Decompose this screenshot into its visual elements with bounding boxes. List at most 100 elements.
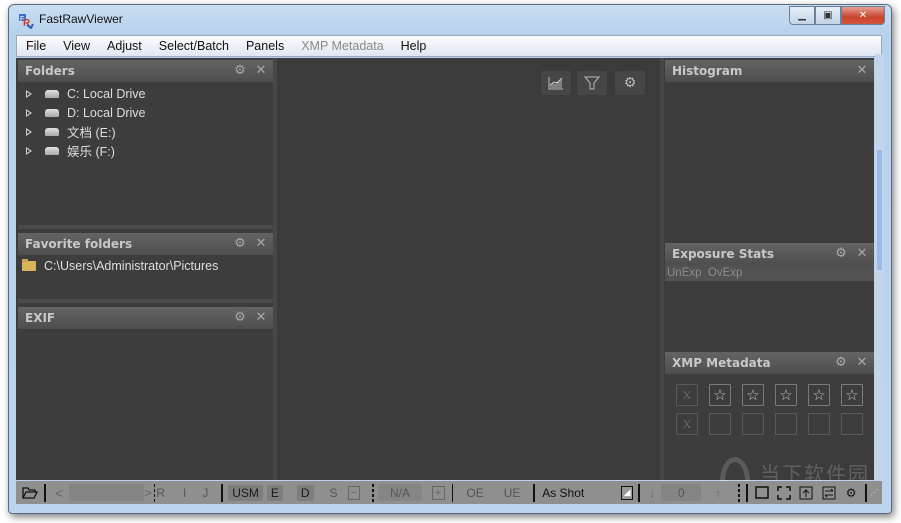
menu-xmp-metadata[interactable]: XMP Metadata <box>292 39 391 53</box>
compare-button[interactable] <box>821 485 837 501</box>
expand-arrow-icon[interactable] <box>26 127 32 136</box>
xmp-metadata-title: XMP Metadata <box>672 356 771 370</box>
folder-tree-label: 娱乐 (F:) <box>67 145 115 159</box>
folder-tree-item[interactable]: 文档 (E:) <box>18 122 273 141</box>
exif-panel-header[interactable]: EXIF ⚙ ✕ <box>18 307 273 329</box>
right-scrollbar[interactable] <box>875 54 884 480</box>
close-icon[interactable]: ✕ <box>253 63 269 79</box>
exposure-field[interactable]: N/A <box>378 484 422 501</box>
close-icon[interactable]: ✕ <box>854 355 870 371</box>
star-rating-4[interactable]: ☆ <box>808 384 830 406</box>
frame-toggle-button[interactable] <box>754 485 770 501</box>
fullscreen-icon <box>777 485 791 500</box>
menu-bar: File View Adjust Select/Batch Panels XMP… <box>16 35 882 57</box>
fullscreen-button[interactable] <box>776 485 792 501</box>
filter-icon <box>584 76 600 90</box>
menu-file[interactable]: File <box>17 39 54 53</box>
previous-file-button[interactable]: < <box>49 485 69 501</box>
panel-splitter[interactable] <box>18 299 273 303</box>
image-viewer[interactable]: ⚙ <box>277 58 660 480</box>
favorite-folders-title: Favorite folders <box>25 237 133 251</box>
usm-toggle[interactable]: USM <box>228 484 263 501</box>
xmp-metadata-header[interactable]: XMP Metadata ⚙ ✕ <box>665 352 874 374</box>
preferences-button[interactable]: ⚙ <box>843 485 859 501</box>
maximize-button[interactable]: ▣ <box>815 6 841 25</box>
star-rating-2[interactable]: ☆ <box>742 384 764 406</box>
export-button[interactable] <box>798 485 814 501</box>
close-icon[interactable]: ✕ <box>854 246 870 262</box>
star-rating-3[interactable]: ☆ <box>775 384 797 406</box>
color-label-1[interactable] <box>709 413 731 435</box>
color-label-5[interactable] <box>841 413 863 435</box>
close-icon[interactable]: ✕ <box>253 236 269 252</box>
folder-tree-item[interactable]: 娱乐 (F:) <box>18 141 273 160</box>
app-logo-icon: F R <box>19 14 34 29</box>
close-button[interactable]: ✕ <box>841 6 885 25</box>
folder-tree-item[interactable]: C: Local Drive <box>18 84 273 103</box>
resize-grip-icon[interactable]: ⋰ <box>870 488 878 497</box>
compare-icon <box>822 486 836 499</box>
color-label-4[interactable] <box>808 413 830 435</box>
filter-button[interactable] <box>577 71 607 95</box>
expand-arrow-icon[interactable] <box>26 89 32 98</box>
menu-help[interactable]: Help <box>392 39 435 53</box>
render-mode-r[interactable]: R <box>155 486 177 500</box>
decrease-arrow-button[interactable]: ↓ <box>643 486 661 500</box>
gear-icon[interactable]: ⚙ <box>232 63 248 79</box>
favorite-folders-panel: Favorite folders ⚙ ✕ C:\Users\Administra… <box>18 233 273 299</box>
reject-rating-button[interactable]: X <box>676 384 698 406</box>
panel-splitter[interactable] <box>18 225 273 229</box>
exposure-plus-button[interactable]: + <box>431 485 445 500</box>
star-rating-1[interactable]: ☆ <box>709 384 731 406</box>
gear-icon[interactable]: ⚙ <box>232 310 248 326</box>
ue-toggle[interactable]: UE <box>494 486 531 500</box>
menu-panels[interactable]: Panels <box>237 39 292 53</box>
color-label-2[interactable] <box>742 413 764 435</box>
xmp-metadata-panel: XMP Metadata ⚙ ✕ X ☆ ☆ ☆ ☆ ☆ X <box>665 352 874 448</box>
render-mode-j[interactable]: J <box>192 486 218 500</box>
exposure-stats-title: Exposure Stats <box>672 247 775 261</box>
folders-panel-header[interactable]: Folders ⚙ ✕ <box>18 60 273 82</box>
gear-icon[interactable]: ⚙ <box>833 246 849 262</box>
exposure-stats-header[interactable]: Exposure Stats ⚙ ✕ <box>665 243 874 265</box>
star-rating-5[interactable]: ☆ <box>841 384 863 406</box>
expand-arrow-icon[interactable] <box>26 108 32 117</box>
white-balance-select[interactable]: As Shot <box>538 486 618 500</box>
d-toggle[interactable]: D <box>296 484 314 501</box>
increase-arrow-button[interactable]: ↑ <box>701 486 735 500</box>
separator <box>221 483 224 502</box>
white-balance-dropdown[interactable]: ◢ <box>620 485 634 500</box>
favorite-folders-header[interactable]: Favorite folders ⚙ ✕ <box>18 233 273 255</box>
menu-view[interactable]: View <box>54 39 98 53</box>
xmp-rating-grid: X ☆ ☆ ☆ ☆ ☆ X <box>676 384 863 435</box>
separator <box>745 483 748 502</box>
open-folder-button[interactable] <box>22 485 39 501</box>
value-field[interactable]: 0 <box>661 484 702 501</box>
close-icon[interactable]: ✕ <box>854 63 870 79</box>
gear-icon[interactable]: ⚙ <box>232 236 248 252</box>
menu-adjust[interactable]: Adjust <box>98 39 150 53</box>
histogram-toggle-button[interactable] <box>541 71 571 95</box>
vertical-splitter[interactable] <box>660 58 664 480</box>
favorite-folder-item[interactable]: C:\Users\Administrator\Pictures <box>18 256 273 275</box>
folder-tree-item[interactable]: D: Local Drive <box>18 103 273 122</box>
scrollbar-thumb[interactable] <box>877 150 882 270</box>
color-label-3[interactable] <box>775 413 797 435</box>
title-bar[interactable]: F R FastRawViewer ▁ ▣ ✕ <box>9 5 891 35</box>
render-mode-i[interactable]: I <box>177 486 192 500</box>
expand-arrow-icon[interactable] <box>26 146 32 155</box>
close-icon[interactable]: ✕ <box>253 310 269 326</box>
histogram-panel-header[interactable]: Histogram ✕ <box>665 60 874 82</box>
next-file-button[interactable]: > <box>144 486 153 500</box>
clear-label-button[interactable]: X <box>676 413 698 435</box>
e-toggle[interactable]: E <box>266 484 283 501</box>
minimize-button[interactable]: ▁ <box>789 6 815 25</box>
oe-toggle[interactable]: OE <box>456 486 493 500</box>
file-navigation-field[interactable] <box>69 484 144 501</box>
gear-icon[interactable]: ⚙ <box>833 355 849 371</box>
menu-select-batch[interactable]: Select/Batch <box>150 39 237 53</box>
histogram-panel: Histogram ✕ <box>665 60 874 240</box>
s-toggle[interactable]: S <box>316 486 344 500</box>
viewer-settings-button[interactable]: ⚙ <box>615 71 645 95</box>
exposure-minus-button[interactable]: − <box>347 485 361 500</box>
